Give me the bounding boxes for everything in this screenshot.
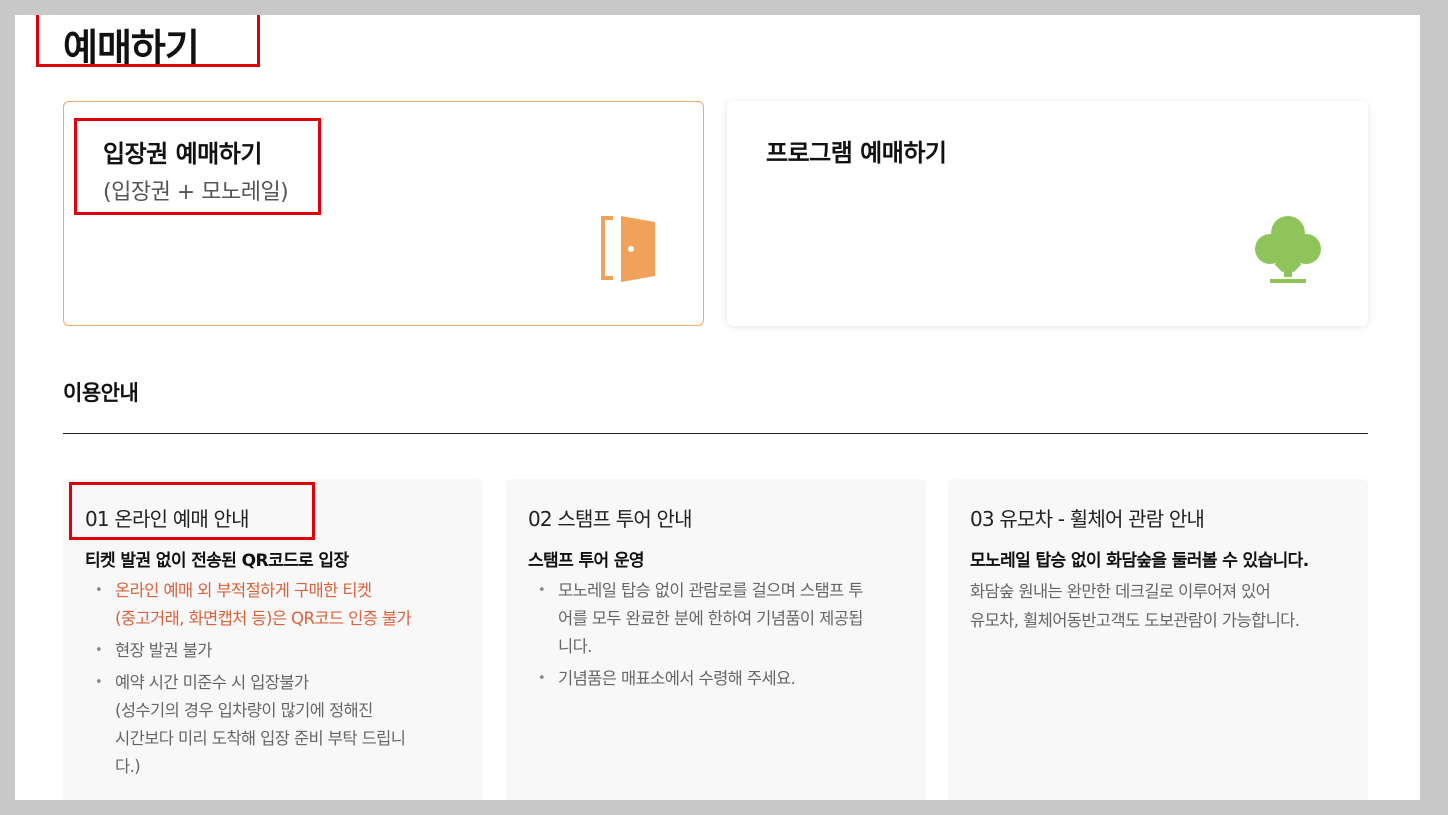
highlight-box [36, 15, 260, 67]
list-item: 예약 시간 미준수 시 입장불가 (성수기의 경우 입차량이 많기에 정해진 시… [85, 669, 461, 781]
door-icon [601, 214, 657, 288]
list-item: 모노레일 탑승 없이 관람로를 걸으며 스탬프 투 어를 모두 완료한 분에 한… [528, 577, 904, 661]
scrollbar[interactable] [1420, 15, 1434, 800]
info-heading: 03 유모차 - 휠체어 관람 안내 [970, 507, 1205, 531]
info-card-stamp-tour: 02 스탬프 투어 안내 스탬프 투어 운영 모노레일 탑승 없이 관람로를 걸… [506, 479, 926, 800]
list-item: 기념품은 매표소에서 수령해 주세요. [528, 665, 904, 693]
guide-title: 이용안내 [63, 381, 139, 405]
info-text: 화담숲 원내는 완만한 데크길로 이루어져 있어 유모차, 휠체어동반고객도 도… [970, 582, 1300, 630]
list-item: 현장 발권 불가 [85, 637, 461, 665]
booking-page: 예매하기 입장권 예매하기 (입장권 + 모노레일) 프로그램 예매하기 이용안… [15, 15, 1434, 800]
info-subheading: 스탬프 투어 운영 [528, 551, 645, 571]
info-list: 모노레일 탑승 없이 관람로를 걸으며 스탬프 투 어를 모두 완료한 분에 한… [528, 577, 904, 693]
tree-icon [1254, 213, 1322, 289]
info-subheading: 티켓 발권 없이 전송된 QR코드로 입장 [85, 551, 349, 571]
info-heading: 02 스탬프 투어 안내 [528, 507, 693, 531]
list-item: 온라인 예매 외 부적절하게 구매한 티켓 (중고거래, 화면캡처 등)은 QR… [85, 577, 461, 633]
highlight-box [74, 118, 321, 215]
info-list: 온라인 예매 외 부적절하게 구매한 티켓 (중고거래, 화면캡처 등)은 QR… [85, 577, 461, 781]
highlight-box [69, 482, 315, 540]
section-divider [63, 433, 1368, 434]
info-subheading: 모노레일 탑승 없이 화담숲을 둘러볼 수 있습니다. [970, 551, 1309, 571]
info-card-stroller: 03 유모차 - 휠체어 관람 안내 모노레일 탑승 없이 화담숲을 둘러볼 수… [948, 479, 1368, 800]
program-card-title: 프로그램 예매하기 [766, 139, 947, 167]
program-booking-card[interactable]: 프로그램 예매하기 [727, 101, 1368, 326]
